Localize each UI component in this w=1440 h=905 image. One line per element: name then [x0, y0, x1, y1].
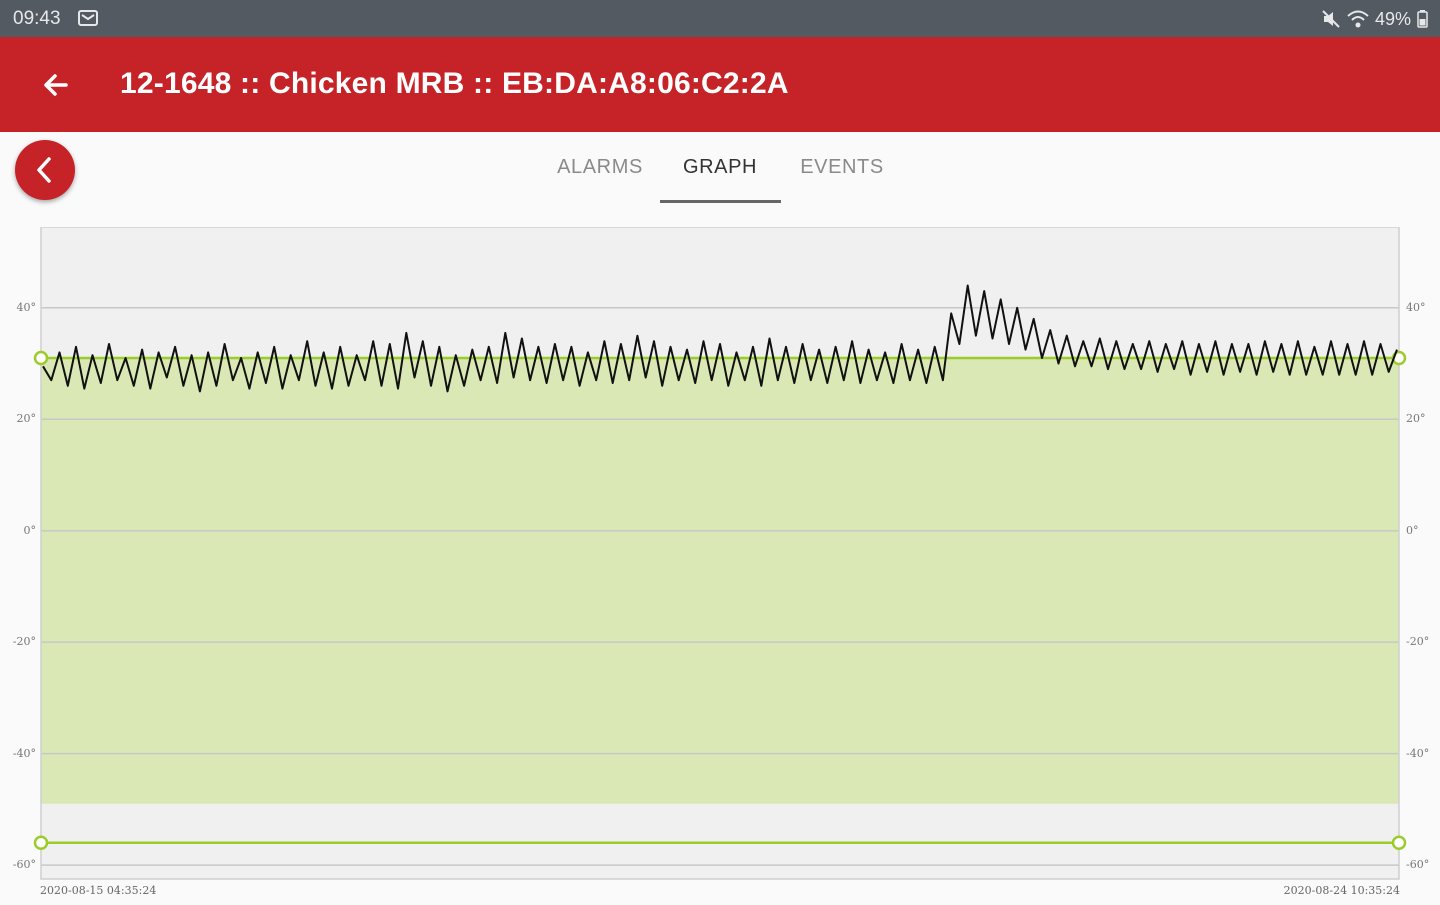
wifi-icon: [1347, 10, 1369, 28]
y-tick-label-right: 0°: [1406, 523, 1419, 537]
mute-icon: [1322, 10, 1340, 28]
app-bar: 12-1648 :: Chicken MRB :: EB:DA:A8:06:C2…: [0, 37, 1440, 132]
battery-icon: [1417, 10, 1428, 28]
status-bar: 09:43 49%: [0, 0, 1440, 37]
tab-indicator: [660, 200, 781, 203]
y-tick-label-left: 0°: [23, 523, 37, 537]
chevron-left-icon: [37, 157, 51, 183]
tab-events[interactable]: EVENTS: [798, 156, 886, 179]
tab-graph[interactable]: GRAPH: [670, 156, 770, 179]
y-tick-label-right: -40°: [1406, 746, 1430, 760]
y-tick-label-left: -40°: [12, 746, 36, 760]
x-end-label: 2020-08-24 10:35:24: [1283, 884, 1400, 897]
y-tick-label-right: 20°: [1406, 412, 1426, 426]
status-time: 09:43: [13, 8, 61, 29]
message-icon: [78, 10, 98, 26]
y-tick-label-left: 20°: [16, 412, 37, 426]
threshold-handle-left: [33, 350, 49, 366]
x-start-label: 2020-08-15 04:35:24: [40, 884, 157, 897]
y-tick-label-right: -60°: [1406, 858, 1430, 872]
threshold-handle-left: [33, 835, 49, 851]
y-tick-label-left: -60°: [12, 858, 36, 872]
y-tick-label-left: -20°: [12, 635, 36, 649]
y-tick-label-right: -20°: [1406, 635, 1430, 649]
status-icons: 49%: [1321, 7, 1428, 31]
y-tick-label-right: 40°: [1406, 300, 1426, 314]
page-title: 12-1648 :: Chicken MRB :: EB:DA:A8:06:C2…: [120, 67, 789, 100]
arrow-left-icon[interactable]: [36, 65, 76, 105]
threshold-handle-right: [1391, 835, 1407, 851]
battery-percentage: 49%: [1374, 8, 1411, 29]
tab-alarms[interactable]: ALARMS: [556, 156, 644, 179]
tab-strip: ALARMS GRAPH EVENTS: [0, 132, 1440, 227]
temperature-chart: [33, 226, 1407, 880]
temperature-graph: 40° 20° 0° -20° -40° -60° 40° 20° 0° -20° -40° -60…: [0, 226, 1440, 900]
acceptable-range-band: [41, 357, 1399, 804]
fab-back-button[interactable]: [15, 140, 75, 200]
y-tick-label-left: 40°: [16, 300, 37, 314]
